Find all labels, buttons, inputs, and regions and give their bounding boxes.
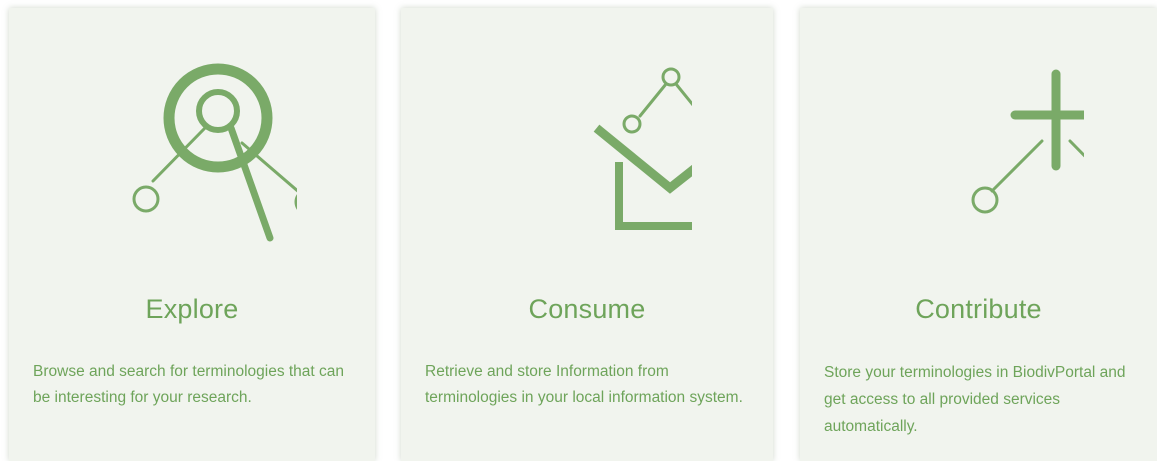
card-title: Contribute <box>915 294 1042 324</box>
contribute-plus-icon <box>800 48 1157 258</box>
card-description: Browse and search for terminologies that… <box>33 363 345 406</box>
card-description: Store your terminologies in BiodivPortal… <box>824 364 1126 435</box>
card-title: Explore <box>145 294 239 324</box>
explore-card[interactable]: Explore Browse and search for terminolog… <box>9 8 375 461</box>
card-description: Retrieve and store Information from term… <box>425 363 743 406</box>
explore-magnifier-icon <box>9 48 375 258</box>
consume-card[interactable]: Consume Retrieve and store Information f… <box>401 8 773 461</box>
feature-cards-row: Explore Browse and search for terminolog… <box>0 0 1157 461</box>
consume-inbox-icon <box>401 48 773 258</box>
contribute-card[interactable]: Contribute Store your terminologies in B… <box>800 8 1157 461</box>
card-title: Consume <box>528 294 646 324</box>
